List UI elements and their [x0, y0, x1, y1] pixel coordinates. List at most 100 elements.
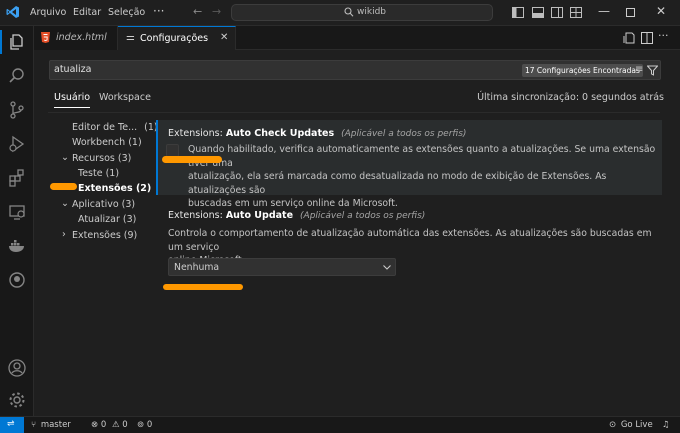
- highlight-mark: [162, 156, 222, 163]
- toc-label: Editor de Te...: [72, 122, 138, 133]
- menu-arquivo[interactable]: Arquivo: [30, 7, 66, 18]
- settings-search-value: atualiza: [54, 64, 92, 75]
- chevron-down-icon[interactable]: ⌄: [61, 152, 69, 163]
- back-arrow-icon[interactable]: ←: [193, 5, 202, 18]
- remote-indicator[interactable]: ⇌: [0, 417, 24, 433]
- active-indicator: [0, 30, 2, 54]
- toc-item-aplicativo[interactable]: Aplicativo (3): [72, 199, 135, 210]
- toggle-primary-sidebar-icon[interactable]: [512, 7, 524, 18]
- search-view-icon[interactable]: [7, 66, 27, 86]
- run-debug-icon[interactable]: [7, 134, 27, 154]
- settings-search-input[interactable]: atualiza 17 Configurações Encontradas ≡: [49, 60, 661, 80]
- open-settings-json-icon[interactable]: [623, 32, 635, 44]
- source-control-icon[interactable]: [7, 100, 27, 120]
- desc-line: buscadas em um serviço online da Microso…: [188, 198, 398, 209]
- title-bar: Arquivo Editar Seleção ··· ← → wikidb — …: [0, 0, 680, 26]
- desc-line: Quando habilitado, verifica automaticame…: [188, 144, 656, 169]
- activity-bar: [0, 26, 34, 416]
- menu-editar[interactable]: Editar: [73, 7, 101, 18]
- close-tab-icon[interactable]: ✕: [220, 32, 228, 43]
- setting-category: Extensions:: [168, 128, 226, 139]
- toggle-panel-icon[interactable]: [532, 7, 544, 18]
- command-search-box[interactable]: wikidb: [231, 4, 493, 21]
- tab-index-html[interactable]: index.html: [34, 26, 118, 50]
- toc-item-extensoes-active[interactable]: Extensões (2): [78, 183, 151, 194]
- go-live-button[interactable]: ⊙ Go Live: [609, 420, 653, 430]
- settings-editor: atualiza 17 Configurações Encontradas ≡ …: [34, 50, 680, 416]
- editor-tab-bar: index.html ⚌ Configurações ✕ ···: [34, 26, 680, 50]
- branch-status[interactable]: ⑂ master: [31, 420, 71, 430]
- results-count-badge: 17 Configurações Encontradas: [522, 64, 643, 77]
- antenna-icon: ⊚: [137, 420, 145, 430]
- chevron-down-icon[interactable]: ⌄: [61, 198, 69, 209]
- notifications-bell-icon[interactable]: ♫: [662, 420, 670, 430]
- settings-icon: ⚌: [126, 32, 135, 43]
- tab-workspace[interactable]: Workspace: [99, 92, 151, 103]
- toc-item-extensoes[interactable]: Extensões (9): [72, 230, 137, 241]
- html-file-icon: [41, 32, 50, 43]
- minimize-icon[interactable]: —: [598, 4, 610, 18]
- extensions-icon[interactable]: [7, 168, 27, 188]
- filter-icon[interactable]: [647, 65, 658, 76]
- explorer-icon[interactable]: [7, 32, 27, 52]
- close-icon[interactable]: ✕: [656, 4, 666, 18]
- tab-label: index.html: [56, 32, 107, 43]
- split-editor-icon[interactable]: [641, 32, 653, 44]
- toggle-secondary-sidebar-icon[interactable]: [551, 7, 563, 18]
- more-menu-icon[interactable]: ···: [153, 4, 164, 18]
- remote-explorer-icon[interactable]: [7, 202, 27, 222]
- remote-icon: ⇌: [7, 419, 15, 429]
- forward-arrow-icon[interactable]: →: [212, 5, 221, 18]
- auto-update-select[interactable]: Nenhuma: [168, 258, 396, 276]
- broadcast-icon: ⊙: [609, 420, 617, 430]
- setting-scope-note: (Aplicável a todos os perfis): [300, 211, 426, 221]
- error-icon: ⊗: [91, 420, 99, 430]
- setting-category: Extensions:: [168, 210, 226, 221]
- tab-configuracoes[interactable]: ⚌ Configurações ✕: [118, 26, 236, 50]
- go-live-label: Go Live: [620, 420, 653, 430]
- error-count: 0: [100, 420, 107, 430]
- setting-title: Extensions: Auto Check Updates (Aplicáve…: [168, 128, 466, 139]
- tab-usuario[interactable]: Usuário: [54, 92, 91, 108]
- setting-description: Quando habilitado, verifica automaticame…: [188, 143, 658, 211]
- setting-name: Auto Update: [225, 210, 294, 221]
- problems-status[interactable]: ⊗ 0 ⚠ 0: [91, 420, 128, 430]
- chevron-right-icon[interactable]: ›: [62, 229, 66, 240]
- highlight-mark: [163, 284, 243, 290]
- search-icon: [344, 6, 354, 18]
- ports-count: 0: [146, 420, 153, 430]
- branch-icon: ⑂: [31, 420, 37, 430]
- chevron-down-icon: [383, 265, 391, 270]
- toc-item-recursos[interactable]: Recursos (3): [72, 153, 131, 164]
- toc-item-atualizar[interactable]: Atualizar (3): [78, 214, 136, 225]
- warning-icon: ⚠: [111, 420, 120, 430]
- vscode-logo-icon: [6, 5, 20, 19]
- toc-item-workbench[interactable]: Workbench (1): [72, 137, 142, 148]
- warning-count: 0: [122, 420, 128, 430]
- setting-scope-note: (Aplicável a todos os perfis): [341, 129, 467, 139]
- divider: [48, 112, 660, 113]
- customize-layout-icon[interactable]: [570, 7, 582, 18]
- docker-icon[interactable]: [7, 236, 27, 256]
- tab-label: Configurações: [140, 33, 209, 44]
- more-actions-icon[interactable]: ···: [658, 29, 669, 42]
- status-bar: ⇌ ⑂ master ⊗ 0 ⚠ 0 ⊚ 0 ⊙ Go Live ♫: [0, 416, 680, 433]
- manage-gear-icon[interactable]: [7, 390, 27, 410]
- highlight-mark: [50, 183, 77, 190]
- menu-selecao[interactable]: Seleção: [108, 7, 145, 18]
- maximize-icon[interactable]: [626, 8, 635, 17]
- select-value: Nenhuma: [174, 262, 220, 273]
- account-icon[interactable]: [7, 358, 27, 378]
- ports-status[interactable]: ⊚ 0: [137, 420, 152, 430]
- command-search-text: wikidb: [357, 7, 386, 17]
- desc-line: atualização, ela será marcada como desat…: [188, 171, 607, 196]
- branch-name: master: [40, 420, 71, 430]
- clear-filter-icon[interactable]: ≡: [635, 64, 643, 75]
- setting-name: Auto Check Updates: [225, 128, 335, 139]
- sync-status: Última sincronização: 0 segundos atrás: [477, 92, 664, 103]
- gitkraken-icon[interactable]: [7, 270, 27, 290]
- toc-item-teste[interactable]: Teste (1): [78, 168, 119, 179]
- toc-item-editor-de-texto[interactable]: Editor de Te... (1): [72, 122, 158, 133]
- setting-title: Extensions: Auto Update (Aplicável a tod…: [168, 210, 425, 221]
- desc-line: Controla o comportamento de atualização …: [168, 228, 652, 253]
